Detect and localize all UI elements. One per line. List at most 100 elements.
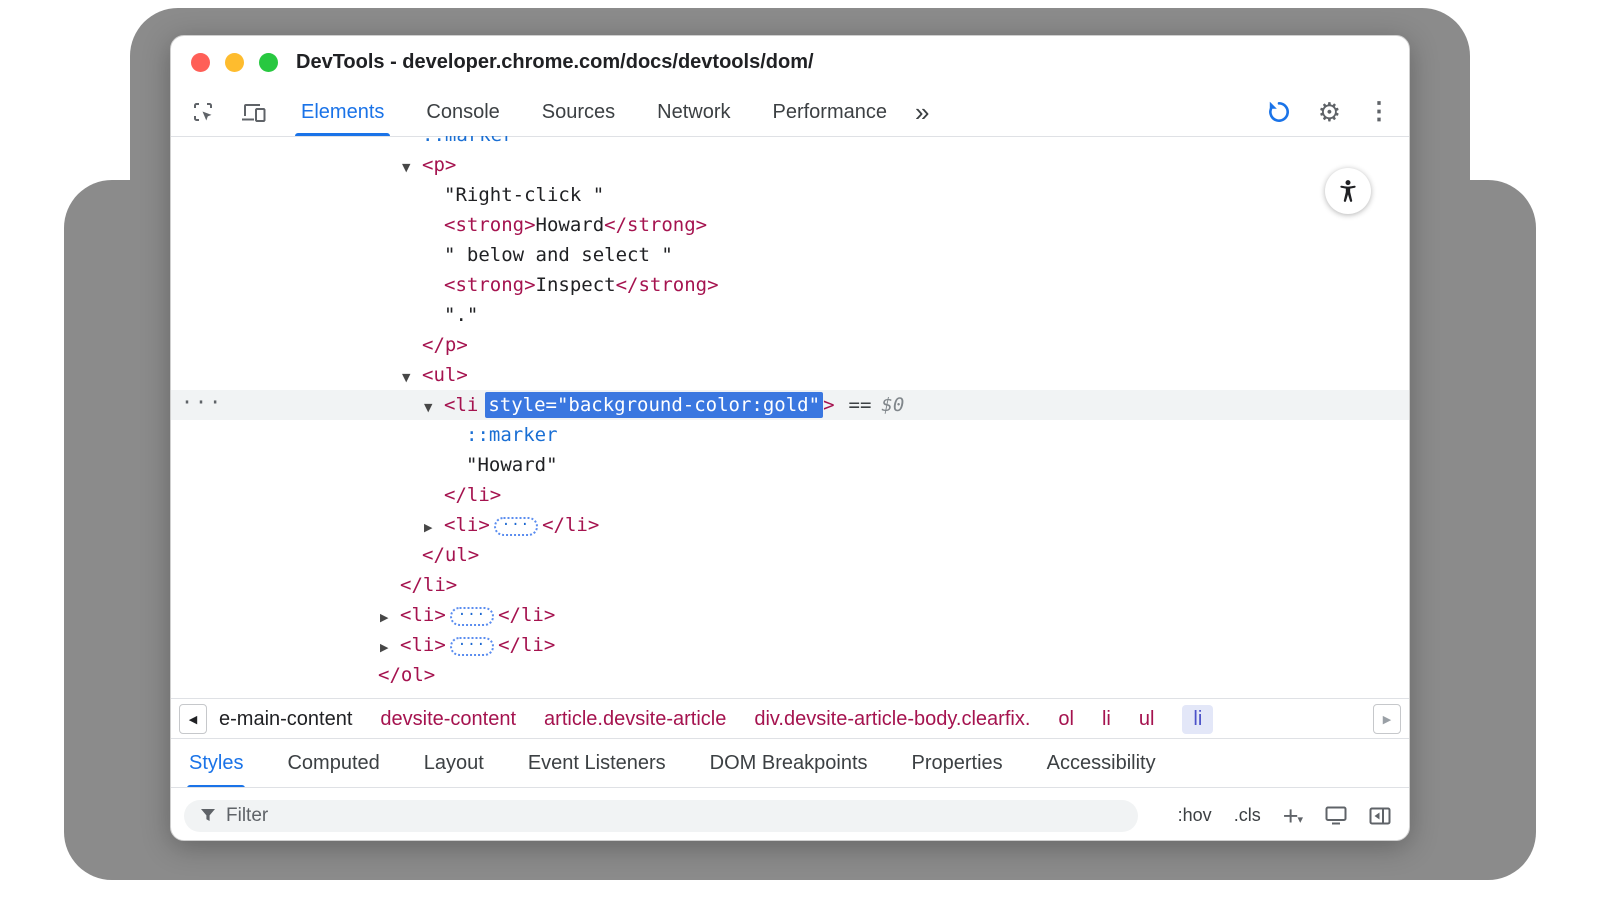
tag-token: </li> xyxy=(542,514,599,536)
sidebar-tabs: Styles Computed Layout Event Listeners D… xyxy=(171,738,1409,788)
breadcrumb-scroll-left-icon[interactable]: ◀ xyxy=(179,704,207,734)
inspect-element-icon[interactable] xyxy=(191,100,215,124)
dom-row[interactable]: " below and select " xyxy=(171,240,1409,270)
dom-row[interactable]: <strong>Inspect</strong> xyxy=(171,270,1409,300)
tab-label: Performance xyxy=(773,101,888,124)
attribute-selected-token[interactable]: style="background-color:gold" xyxy=(485,392,823,418)
dom-row[interactable]: "Howard" xyxy=(171,450,1409,480)
more-actions-icon[interactable]: ··· xyxy=(181,387,223,417)
breadcrumb-scroll-right-icon[interactable]: ▶ xyxy=(1373,704,1401,734)
breadcrumb-item[interactable]: li xyxy=(1102,708,1111,731)
text-node-token: Inspect xyxy=(536,274,616,296)
dom-row[interactable]: ▼<ul> xyxy=(171,360,1409,390)
devtools-toolbar: Elements Console Sources Network Perform… xyxy=(171,88,1409,137)
tab-event-listeners[interactable]: Event Listeners xyxy=(528,739,666,788)
tag-token: <li> xyxy=(444,514,490,536)
caret-down-icon: ▾ xyxy=(1297,813,1303,826)
dom-row[interactable]: ::marker xyxy=(171,420,1409,450)
toggle-sidebar-panel-icon[interactable] xyxy=(1369,807,1391,825)
tab-layout[interactable]: Layout xyxy=(424,739,484,788)
tab-label: Computed xyxy=(287,752,379,775)
styles-filter-bar: :hov .cls + ▾ xyxy=(171,787,1409,841)
text-node-token: Howard xyxy=(536,214,605,236)
tab-accessibility[interactable]: Accessibility xyxy=(1047,739,1156,788)
dom-row[interactable]: "." xyxy=(171,300,1409,330)
new-style-rule-button[interactable]: + ▾ xyxy=(1283,805,1303,827)
ellipsis-expander-icon[interactable]: ··· xyxy=(494,517,538,536)
tab-performance[interactable]: Performance xyxy=(773,88,888,136)
pseudo-element-token: ::marker xyxy=(422,136,514,146)
text-node-token: "Right-click " xyxy=(444,184,604,206)
breadcrumb: e-main-content devsite-content article.d… xyxy=(219,705,1213,734)
tab-sources[interactable]: Sources xyxy=(542,88,615,136)
refresh-status-icon[interactable] xyxy=(1266,99,1292,125)
breadcrumb-item[interactable]: devsite-content xyxy=(380,708,516,731)
dom-row[interactable]: ▶<li>···</li> xyxy=(171,630,1409,660)
breadcrumb-item[interactable]: ol xyxy=(1058,708,1074,731)
dom-row[interactable]: ▶<li>···</li> xyxy=(171,510,1409,540)
dom-row[interactable]: ▼<p> xyxy=(171,150,1409,180)
tab-label: Sources xyxy=(542,101,615,124)
dom-row[interactable]: </ol> xyxy=(171,660,1409,690)
breadcrumb-item[interactable]: div.devsite-article-body.clearfix. xyxy=(754,708,1030,731)
dom-row[interactable]: ::marker xyxy=(171,136,1409,150)
breadcrumb-item[interactable]: ul xyxy=(1139,708,1155,731)
filter-funnel-icon xyxy=(200,808,216,823)
kebab-menu-icon[interactable]: ⋮ xyxy=(1367,100,1391,124)
title-bar: DevTools - developer.chrome.com/docs/dev… xyxy=(171,36,1409,88)
dom-row[interactable]: ▶<li>···</li> xyxy=(171,600,1409,630)
window-title: DevTools - developer.chrome.com/docs/dev… xyxy=(296,51,814,74)
rendering-monitor-icon[interactable] xyxy=(1325,806,1347,825)
tag-token: > xyxy=(823,394,834,416)
tag-token: </li> xyxy=(498,634,555,656)
dom-row[interactable]: </li> xyxy=(171,480,1409,510)
close-button[interactable] xyxy=(191,53,210,72)
tag-token: </ol> xyxy=(378,664,435,686)
expand-arrow-icon[interactable]: ▼ xyxy=(402,363,422,393)
dom-row[interactable]: </ul> xyxy=(171,540,1409,570)
dom-row[interactable]: <strong>Howard</strong> xyxy=(171,210,1409,240)
tab-console[interactable]: Console xyxy=(426,88,499,136)
dollar-zero-badge: $0 xyxy=(881,394,904,416)
dom-row[interactable]: </p> xyxy=(171,330,1409,360)
filter-field[interactable] xyxy=(184,800,1138,832)
tag-token: <li xyxy=(444,394,478,416)
tag-token: </li> xyxy=(400,574,457,596)
dom-row[interactable]: "Right-click " xyxy=(171,180,1409,210)
tab-label: Styles xyxy=(189,752,243,775)
tab-styles[interactable]: Styles xyxy=(189,739,243,788)
tab-properties[interactable]: Properties xyxy=(912,739,1003,788)
expand-arrow-icon[interactable]: ▼ xyxy=(402,153,422,183)
settings-gear-icon[interactable]: ⚙ xyxy=(1318,99,1341,125)
ellipsis-expander-icon[interactable]: ··· xyxy=(450,637,494,656)
collapse-arrow-icon[interactable]: ▶ xyxy=(380,633,400,663)
tag-token: </ul> xyxy=(422,544,479,566)
collapse-arrow-icon[interactable]: ▶ xyxy=(424,513,444,543)
tab-label: Console xyxy=(426,101,499,124)
accessibility-person-icon[interactable] xyxy=(1325,168,1371,214)
collapse-arrow-icon[interactable]: ▶ xyxy=(380,603,400,633)
dom-row-selected[interactable]: ··· ▼<li style="background-color:gold"> == $… xyxy=(171,390,1409,420)
tab-label: Event Listeners xyxy=(528,752,666,775)
more-tabs-icon[interactable]: » xyxy=(915,88,929,136)
tab-network[interactable]: Network xyxy=(657,88,730,136)
element-classes-button[interactable]: .cls xyxy=(1234,805,1261,826)
tab-dom-breakpoints[interactable]: DOM Breakpoints xyxy=(710,739,868,788)
filter-input[interactable] xyxy=(224,804,1132,828)
ellipsis-expander-icon[interactable]: ··· xyxy=(450,607,494,626)
tab-elements[interactable]: Elements xyxy=(301,88,384,136)
equals-sign: == xyxy=(849,394,872,416)
dom-row[interactable]: </li> xyxy=(171,570,1409,600)
breadcrumb-item-selected[interactable]: li xyxy=(1182,705,1213,734)
tab-computed[interactable]: Computed xyxy=(287,739,379,788)
tag-token: </li> xyxy=(498,604,555,626)
expand-arrow-icon[interactable]: ▼ xyxy=(424,393,444,423)
maximize-button[interactable] xyxy=(259,53,278,72)
breadcrumb-item[interactable]: e-main-content xyxy=(219,708,352,731)
tab-label: DOM Breakpoints xyxy=(710,752,868,775)
text-node-token: " below and select " xyxy=(444,244,673,266)
minimize-button[interactable] xyxy=(225,53,244,72)
device-toolbar-icon[interactable] xyxy=(241,101,267,123)
breadcrumb-item[interactable]: article.devsite-article xyxy=(544,708,726,731)
toggle-element-state-button[interactable]: :hov xyxy=(1178,805,1212,826)
